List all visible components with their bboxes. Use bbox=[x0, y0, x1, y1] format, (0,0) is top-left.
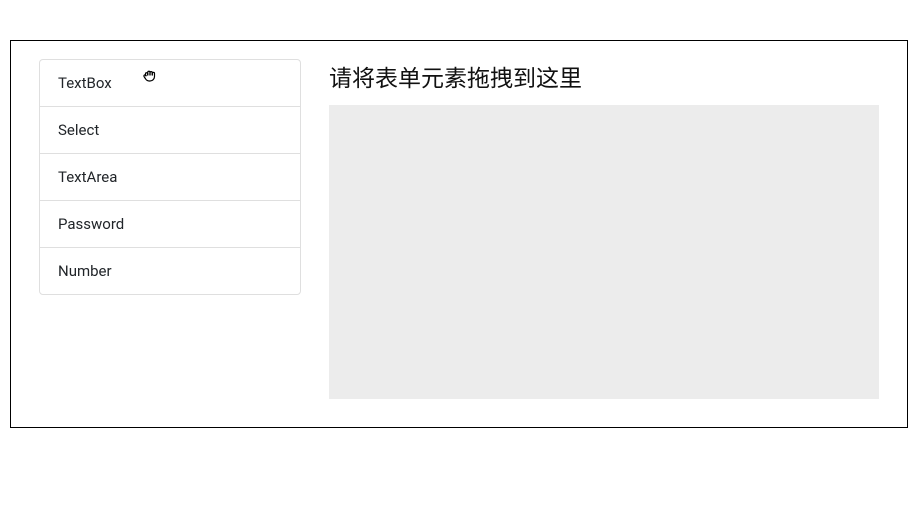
element-item-textarea[interactable]: TextArea bbox=[40, 154, 300, 201]
main-drop-area: 请将表单元素拖拽到这里 bbox=[329, 59, 879, 399]
element-list: TextBox Select TextArea Password Number bbox=[39, 59, 301, 295]
drop-zone-title: 请将表单元素拖拽到这里 bbox=[329, 59, 879, 93]
element-item-label: Number bbox=[58, 262, 112, 280]
element-item-label: TextBox bbox=[58, 74, 112, 92]
element-item-textbox[interactable]: TextBox bbox=[40, 60, 300, 107]
element-item-label: Select bbox=[58, 121, 99, 139]
element-item-label: Password bbox=[58, 215, 124, 233]
elements-sidebar: TextBox Select TextArea Password Number bbox=[39, 59, 301, 399]
element-item-number[interactable]: Number bbox=[40, 248, 300, 294]
element-item-select[interactable]: Select bbox=[40, 107, 300, 154]
element-item-password[interactable]: Password bbox=[40, 201, 300, 248]
element-item-label: TextArea bbox=[58, 168, 117, 186]
drop-zone[interactable] bbox=[329, 105, 879, 399]
form-builder-container: TextBox Select TextArea Password Number … bbox=[10, 40, 908, 428]
